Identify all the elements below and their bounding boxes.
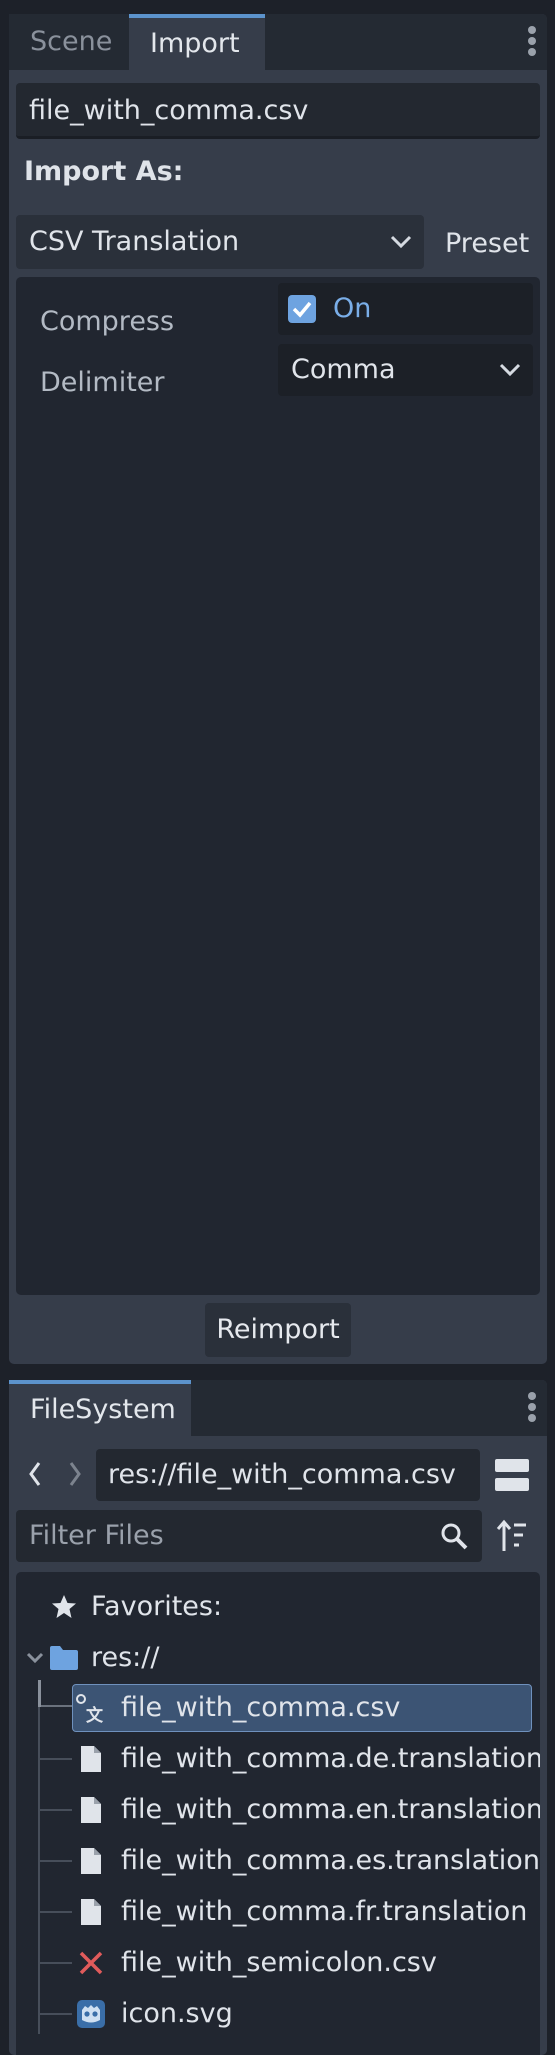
list-item[interactable]: file_with_semicolon.csv [16,1939,540,1987]
file-name: file_with_comma.csv [121,1692,401,1723]
preset-button[interactable]: Preset [445,228,529,259]
res-root-label: res:// [91,1642,160,1673]
import-file-name: file_with_comma.csv [16,83,540,139]
svg-text:文: 文 [86,1705,104,1723]
dock-menu-icon[interactable] [525,1390,539,1426]
tab-import[interactable]: Import [129,14,265,70]
tree-guide-branch [38,1860,72,1862]
tree-guide-branch [38,1962,72,1964]
tab-filesystem[interactable]: FileSystem [9,1380,191,1436]
list-item[interactable]: file_with_comma.en.translation [16,1786,540,1834]
file-name: file_with_comma.fr.translation [121,1896,528,1927]
list-item[interactable]: icon.svg [16,1990,540,2038]
file-tree: Favorites: res:// 文 file_with_comma.csv [16,1572,540,2055]
error-x-icon [79,1951,103,1975]
chevron-down-icon [499,363,521,377]
import-dock: Scene Import file_with_comma.csv Import … [9,14,547,1364]
list-item[interactable]: 文 file_with_comma.csv [16,1684,540,1732]
dock-menu-icon[interactable] [525,24,539,60]
back-arrow-icon[interactable] [27,1460,43,1488]
import-options-inspector: Compress On Delimiter Comma [16,277,540,1295]
tree-guide-branch [38,1911,72,1913]
filter-files-input[interactable]: Filter Files [16,1510,482,1562]
tree-guide-branch [38,1809,72,1811]
translation-import-icon: 文 [76,1694,104,1723]
file-icon [81,1746,101,1772]
compress-label: Compress [40,306,175,337]
chevron-down-icon [390,235,412,249]
delimiter-label: Delimiter [40,367,165,398]
importer-select-value: CSV Translation [29,226,240,257]
tree-guide-branch [38,1758,72,1760]
file-name: file_with_comma.de.translation [121,1743,540,1774]
reimport-button[interactable]: Reimport [205,1303,351,1357]
filesystem-dock: FileSystem res://file_with_comma.csv Fil… [9,1380,547,2055]
import-as-label: Import As: [24,156,184,187]
godot-icon [77,2000,105,2028]
star-icon [52,1595,76,1618]
list-item[interactable]: file_with_comma.de.translation [16,1735,540,1783]
list-item[interactable]: file_with_comma.es.translation [16,1837,540,1885]
filesystem-dock-tabbar: FileSystem [9,1380,547,1436]
chevron-down-icon[interactable] [26,1652,44,1664]
tab-scene[interactable]: Scene [9,14,129,70]
file-icon [81,1848,101,1874]
delimiter-select[interactable]: Comma [278,344,533,396]
favorites-row[interactable]: Favorites: [16,1583,540,1631]
file-name: file_with_semicolon.csv [121,1947,437,1978]
path-field[interactable]: res://file_with_comma.csv [96,1449,480,1501]
checkbox-checked-icon[interactable] [288,295,316,323]
forward-arrow-icon[interactable] [67,1460,83,1488]
folder-icon [50,1646,78,1670]
file-name: file_with_comma.es.translation [121,1845,540,1876]
search-icon [441,1523,468,1550]
sort-icon[interactable] [496,1519,528,1553]
list-item[interactable]: file_with_comma.fr.translation [16,1888,540,1936]
file-icon [81,1899,101,1925]
favorites-label: Favorites: [91,1591,223,1622]
file-name: file_with_comma.en.translation [121,1794,540,1825]
importer-select[interactable]: CSV Translation [16,215,424,269]
res-root-row[interactable]: res:// [16,1634,540,1682]
compress-value: On [333,293,372,324]
file-icon [81,1797,101,1823]
file-name: icon.svg [121,1998,233,2029]
compress-toggle[interactable]: On [278,283,533,335]
filter-files-placeholder: Filter Files [29,1520,164,1551]
import-dock-tabbar: Scene Import [9,14,547,70]
split-view-icon[interactable] [495,1459,529,1491]
delimiter-select-value: Comma [291,354,396,385]
tree-guide-branch [38,2013,72,2015]
